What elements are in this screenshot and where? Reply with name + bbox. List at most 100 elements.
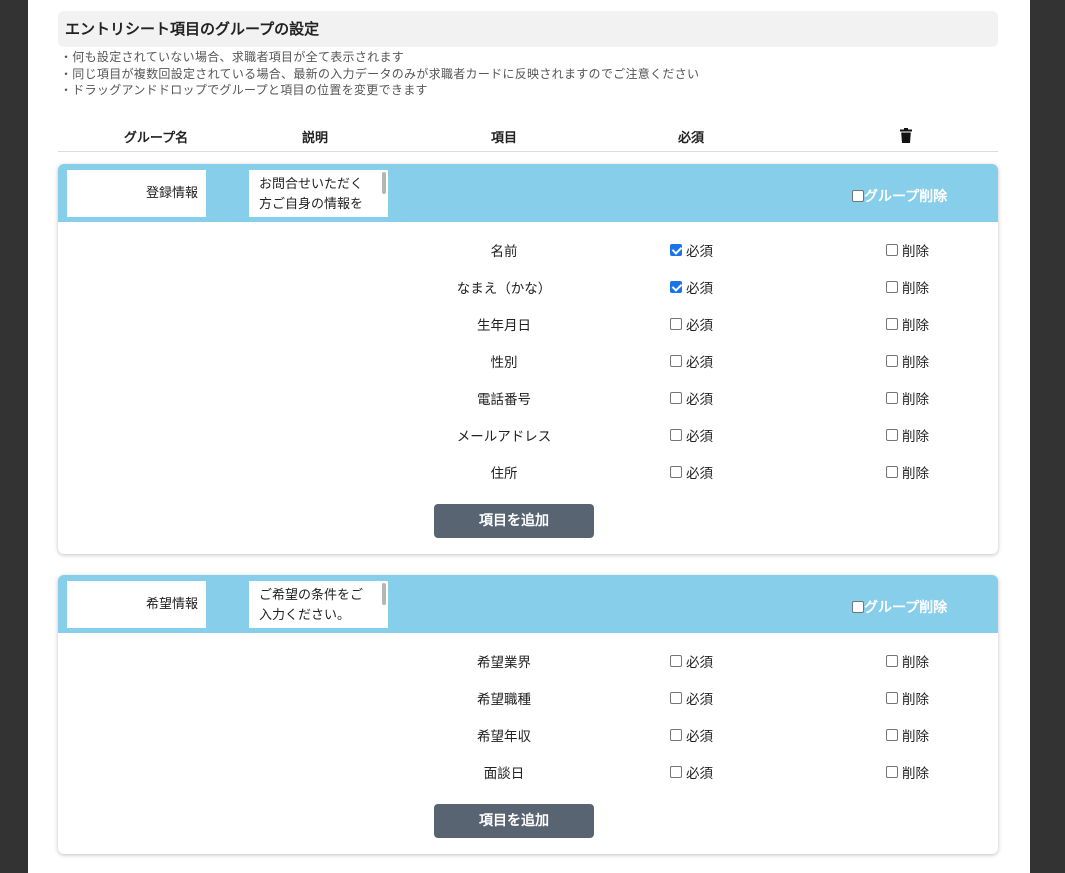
group-description-input[interactable]: お問合せいただく 方ご自身の情報を [249,170,388,217]
description-line: 入力ください。 [259,608,351,623]
item-name: 性別 [490,355,518,371]
item-row[interactable]: 電話番号 必須 削除 [58,378,998,415]
required-toggle[interactable]: 必須 [670,314,713,334]
settings-page: エントリシート項目のグループの設定 ・何も設定されていない場合、求職者項目が全て… [28,0,1030,873]
add-item-button[interactable]: 項目を追加 [434,804,594,838]
delete-checkbox[interactable] [886,318,898,330]
required-checkbox[interactable] [670,355,682,367]
group-header[interactable]: 登録情報 お問合せいただく 方ご自身の情報を グループ削除 [58,164,998,222]
required-toggle[interactable]: 必須 [670,425,713,445]
required-checkbox[interactable] [670,429,682,441]
description-scrollbar[interactable] [382,172,386,194]
delete-toggle[interactable]: 削除 [886,762,929,782]
delete-label: 削除 [902,766,929,782]
required-toggle[interactable]: 必須 [670,351,713,371]
required-label: 必須 [686,355,713,371]
required-toggle[interactable]: 必須 [670,388,713,408]
delete-toggle[interactable]: 削除 [886,351,929,371]
delete-checkbox[interactable] [886,655,898,667]
delete-label: 削除 [902,355,929,371]
delete-checkbox[interactable] [886,355,898,367]
required-toggle[interactable]: 必須 [670,762,713,782]
required-checkbox[interactable] [670,281,682,293]
header-description: 説明 [301,131,329,146]
required-toggle[interactable]: 必須 [670,725,713,745]
group-card[interactable]: 登録情報 お問合せいただく 方ご自身の情報を グループ削除 名前 必須 削除 なまえ（かな）必… [58,164,998,554]
required-checkbox[interactable] [670,692,682,704]
required-label: 必須 [686,466,713,482]
delete-label: 削除 [902,392,929,408]
item-row[interactable]: 希望職種 必須 削除 [58,678,998,715]
table-header: グループ名 説明 項目 必須 [58,120,998,152]
delete-toggle[interactable]: 削除 [886,388,929,408]
delete-checkbox[interactable] [886,244,898,256]
delete-label: 削除 [902,729,929,745]
group-delete-toggle[interactable]: グループ削除 [852,597,947,617]
description-line: お問合せいただく [259,177,364,192]
required-toggle[interactable]: 必須 [670,651,713,671]
group-delete-label: グループ削除 [864,600,948,616]
required-checkbox[interactable] [670,729,682,741]
required-checkbox[interactable] [670,766,682,778]
item-row[interactable]: 性別 必須 削除 [58,341,998,378]
group-description-input[interactable]: ご希望の条件をご 入力ください。 [249,581,388,628]
item-row[interactable]: 生年月日 必須 削除 [58,304,998,341]
note-line: ・同じ項目が複数回設定されている場合、最新の入力データのみが求職者カードに反映さ… [60,66,700,81]
delete-checkbox[interactable] [886,766,898,778]
item-row[interactable]: 面談日 必須 削除 [58,752,998,789]
note-line: ・ドラッグアンドドロップでグループと項目の位置を変更できます [60,83,428,97]
group-delete-toggle[interactable]: グループ削除 [852,186,947,206]
required-checkbox[interactable] [670,466,682,478]
item-name: 面談日 [483,766,525,782]
required-toggle[interactable]: 必須 [670,462,713,482]
required-checkbox[interactable] [670,244,682,256]
delete-checkbox[interactable] [886,729,898,741]
required-toggle[interactable]: 必須 [670,688,713,708]
item-name: なまえ（かな） [456,281,552,297]
delete-checkbox[interactable] [886,392,898,404]
item-row[interactable]: 住所 必須 削除 [58,452,998,489]
delete-checkbox[interactable] [886,429,898,441]
required-checkbox[interactable] [670,392,682,404]
item-name: 希望職種 [477,692,531,708]
item-row[interactable]: メールアドレス 必須 削除 [58,415,998,452]
header-required: 必須 [677,131,705,146]
item-name: 電話番号 [477,392,531,408]
required-checkbox[interactable] [670,318,682,330]
delete-checkbox[interactable] [886,692,898,704]
item-name: 生年月日 [477,318,531,334]
delete-toggle[interactable]: 削除 [886,651,929,671]
required-checkbox[interactable] [670,655,682,667]
required-toggle[interactable]: 必須 [670,277,713,297]
group-name-input[interactable]: 希望情報 [67,581,206,628]
description-line: ご希望の条件をご [259,588,364,603]
item-row[interactable]: なまえ（かな） 必須 削除 [58,267,998,304]
description-scrollbar[interactable] [382,583,386,605]
required-label: 必須 [686,244,713,260]
delete-toggle[interactable]: 削除 [886,425,929,445]
delete-toggle[interactable]: 削除 [886,277,929,297]
group-name-input[interactable]: 登録情報 [67,170,206,217]
delete-label: 削除 [902,429,929,445]
delete-checkbox[interactable] [886,466,898,478]
group-card[interactable]: 希望情報 ご希望の条件をご 入力ください。 グループ削除 希望業界 必須 削除 希望職種 必須削… [58,575,998,854]
item-name: 住所 [490,466,518,482]
required-label: 必須 [686,766,713,782]
delete-toggle[interactable]: 削除 [886,240,929,260]
item-row[interactable]: 希望年収 必須 削除 [58,715,998,752]
item-row[interactable]: 希望業界 必須 削除 [58,641,998,678]
delete-toggle[interactable]: 削除 [886,725,929,745]
required-toggle[interactable]: 必須 [670,240,713,260]
delete-checkbox[interactable] [886,281,898,293]
delete-toggle[interactable]: 削除 [886,314,929,334]
group-delete-checkbox[interactable] [852,601,864,613]
group-header[interactable]: 希望情報 ご希望の条件をご 入力ください。 グループ削除 [58,575,998,633]
delete-toggle[interactable]: 削除 [886,462,929,482]
item-row[interactable]: 名前 必須 削除 [58,230,998,267]
delete-toggle[interactable]: 削除 [886,688,929,708]
add-item-button[interactable]: 項目を追加 [434,504,594,538]
required-label: 必須 [686,318,713,334]
header-item: 項目 [490,131,518,146]
group-delete-label: グループ削除 [864,189,948,205]
group-delete-checkbox[interactable] [852,190,864,202]
